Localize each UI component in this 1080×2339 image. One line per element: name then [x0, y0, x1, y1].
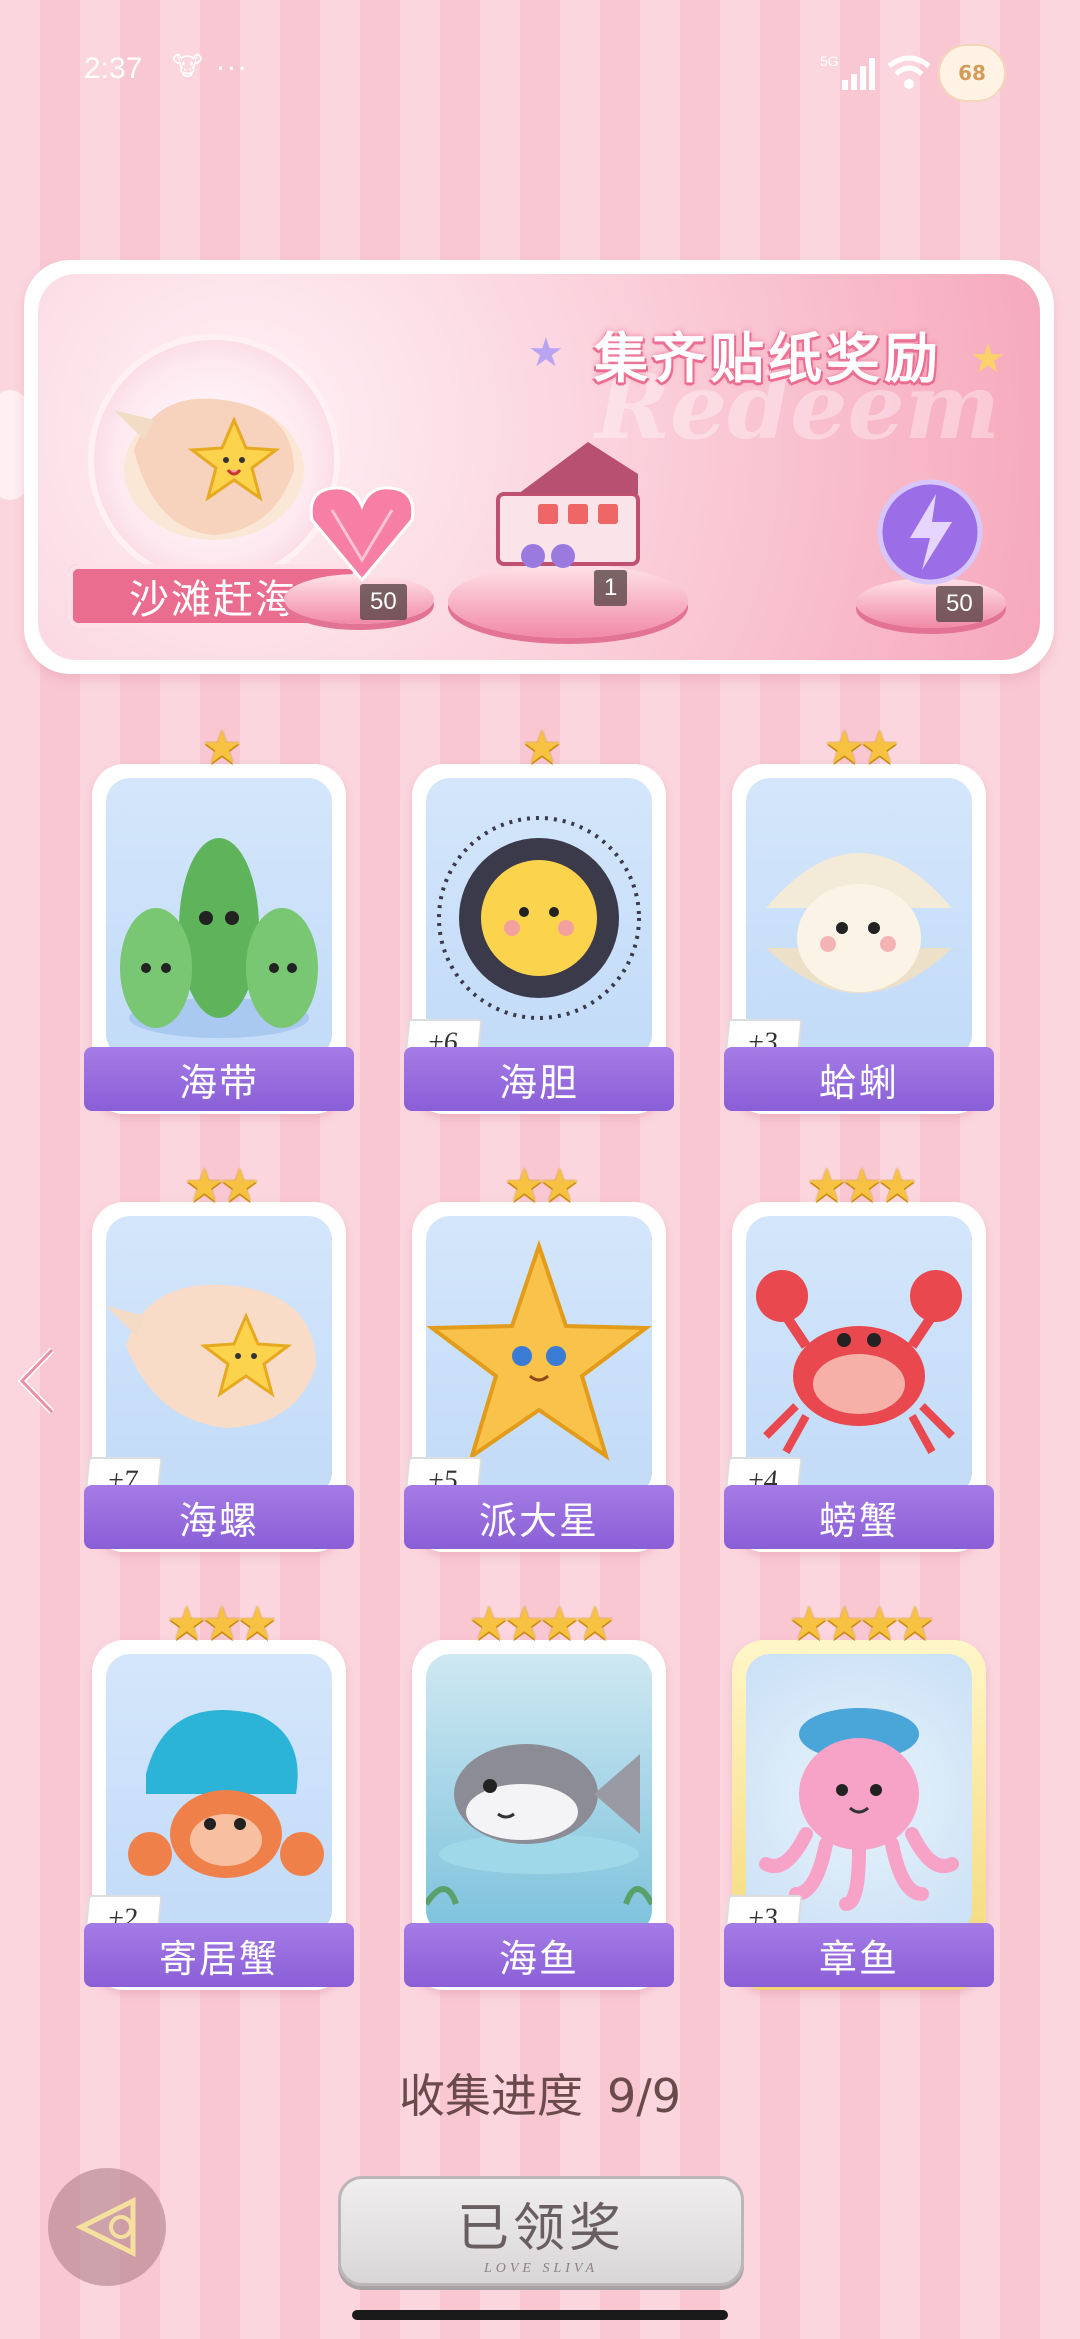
battery-icon: 68: [938, 44, 1006, 102]
reward-count: 1: [594, 570, 628, 606]
conch-shell-icon: [106, 1284, 316, 1428]
energy-orb-icon: [877, 479, 983, 585]
sticker-card[interactable]: ★★ +3 蛤蜊: [723, 720, 994, 1114]
gift-box-icon: [496, 442, 640, 568]
star-rating: ★★★★: [468, 1596, 616, 1650]
star-rating: ★: [201, 720, 242, 774]
sticker-card[interactable]: ★ 海带: [84, 720, 354, 1114]
sticker-art: [426, 778, 652, 1058]
sticker-card[interactable]: ★ +6 海胆: [403, 720, 674, 1114]
app-notification-icon: 🐮: [172, 52, 203, 82]
reward-banner: Redeem ★ ★ 集齐贴纸奖励 沙滩赶海 50 1 50: [24, 260, 1054, 674]
sticker-art: [746, 1654, 972, 1934]
status-dots: ···: [216, 52, 249, 85]
sticker-name: 派大星: [404, 1485, 674, 1549]
claimed-button-subtitle: LOVE SLIVA: [483, 2260, 598, 2276]
star-rating: ★★★: [806, 1158, 918, 1212]
sticker-name: 海胆: [404, 1047, 674, 1111]
claimed-button[interactable]: 已领奖 LOVE SLIVA: [338, 2176, 744, 2286]
claimed-button-label: 已领奖: [456, 2198, 625, 2259]
sticker-name: 海鱼: [404, 1923, 674, 1987]
home-indicator[interactable]: [352, 2310, 728, 2320]
sticker-name: 海螺: [84, 1485, 354, 1549]
sticker-art: [426, 1654, 652, 1934]
network-type: 5G: [820, 53, 839, 69]
pink-diamond-icon: [309, 486, 415, 583]
star-rating: ★: [521, 720, 562, 774]
back-arrow-icon: [75, 2196, 136, 2258]
sticker-art: [106, 1654, 332, 1934]
starfish-icon: [426, 1239, 652, 1461]
progress-label: 收集进度: [398, 2069, 583, 2123]
battery-level: 68: [958, 61, 986, 85]
conch-shell-icon: [114, 398, 304, 540]
clam-icon: [766, 853, 952, 993]
sticker-name: 章鱼: [724, 1923, 994, 1987]
reward-count: 50: [936, 586, 983, 622]
kelp-icon: [120, 838, 318, 1038]
sticker-card[interactable]: ★★★★ +3 章鱼: [723, 1596, 994, 1990]
cellular-signal-icon: 5G: [820, 53, 875, 90]
sticker-art: [426, 1216, 652, 1496]
collection-progress: 收集进度 9/9: [0, 2060, 1080, 2126]
sticker-card[interactable]: ★★ +7 海螺: [83, 1158, 354, 1552]
sticker-name: 海带: [84, 1047, 354, 1111]
sticker-name: 螃蟹: [724, 1485, 994, 1549]
star-rating: ★★★: [166, 1596, 278, 1650]
sticker-name: 寄居蟹: [84, 1923, 354, 1987]
sticker-name: 蛤蜊: [724, 1047, 994, 1111]
crab-icon: [756, 1270, 962, 1454]
sticker-card[interactable]: ★★★ +4 螃蟹: [723, 1158, 994, 1552]
sea-urchin-icon: [437, 816, 641, 1020]
star-rating: ★★: [183, 1158, 260, 1212]
reward-count: 50: [360, 584, 407, 620]
fish-icon: [426, 1744, 652, 1906]
sticker-card[interactable]: ★★★★ 海鱼: [404, 1596, 674, 1990]
octopus-icon: [759, 1708, 959, 1911]
banner-title: 集齐贴纸奖励: [594, 327, 942, 390]
star-rating: ★★: [503, 1158, 580, 1212]
sticker-art: [746, 1216, 972, 1496]
hermit-crab-icon: [128, 1710, 324, 1878]
sticker-card[interactable]: ★★★ +2 寄居蟹: [83, 1596, 354, 1990]
status-bar: 2:37 🐮 ··· 5G 68: [0, 0, 1080, 140]
sticker-art: [106, 1216, 332, 1496]
sticker-art: [746, 778, 972, 1058]
progress-value: 9/9: [606, 2069, 682, 2123]
banner-background: Redeem ★ ★ 集齐贴纸奖励 沙滩赶海 50 1 50: [38, 274, 1040, 660]
sticker-art: [106, 778, 332, 1058]
chevron-left-icon[interactable]: [14, 1344, 58, 1418]
back-button[interactable]: [48, 2168, 166, 2286]
star-rating: ★★: [823, 720, 900, 774]
banner-title-area: 集齐贴纸奖励: [558, 314, 978, 404]
sticker-card[interactable]: ★★ +5 派大星: [403, 1158, 674, 1552]
status-time: 2:37: [84, 52, 143, 85]
star-rating: ★★★★: [788, 1596, 936, 1650]
wifi-icon: [887, 55, 931, 89]
